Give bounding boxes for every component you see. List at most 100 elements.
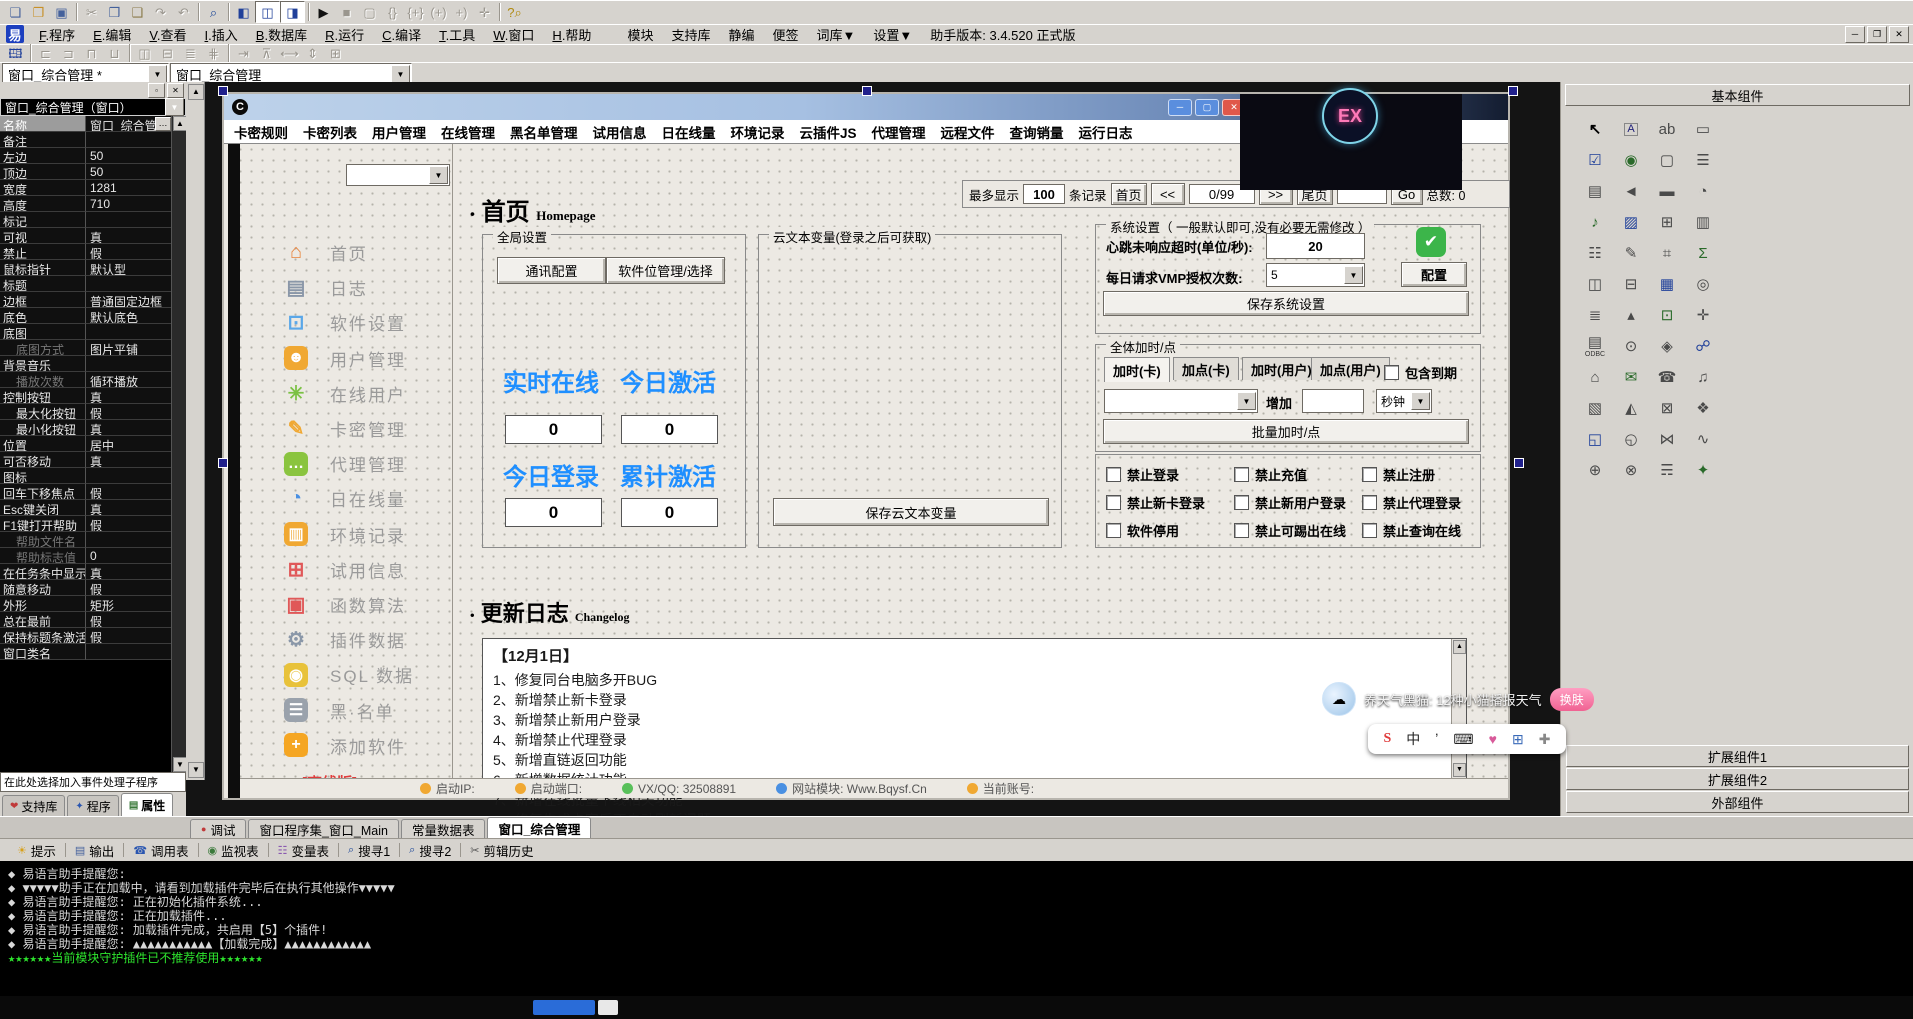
property-row[interactable]: 播放次数循环播放 (0, 372, 172, 388)
editor-tab-窗口程序集_窗口_Main[interactable]: 窗口程序集_窗口_Main (248, 819, 399, 838)
component-icon[interactable]: ∿ (1685, 424, 1721, 455)
property-row[interactable]: 底图 (0, 324, 172, 340)
form-tab-卡密规则[interactable]: 卡密规则 (234, 122, 288, 142)
menu-F[interactable]: F.程序 (30, 25, 84, 44)
property-value[interactable]: 窗口_综合管理… (86, 116, 172, 132)
property-value[interactable] (86, 276, 172, 292)
ime-icon-4[interactable]: ♥ (1489, 731, 1497, 747)
vmp-count-combo[interactable]: 5 ▼ (1266, 263, 1365, 287)
component-icon[interactable]: ≣ (1577, 300, 1613, 331)
first-page-button[interactable]: 首页 (1111, 183, 1147, 205)
property-scrollbar[interactable]: ▲ ▼ (171, 116, 186, 772)
property-value[interactable]: 假 (86, 516, 172, 532)
form-tab-日在线量[interactable]: 日在线量 (662, 122, 716, 142)
output-tab-调用表[interactable]: ☎调用表 (124, 841, 197, 860)
component-icon[interactable]: ☰ (1685, 145, 1721, 176)
menu-T[interactable]: T.工具 (430, 25, 484, 44)
ime-icon-2[interactable]: ʼ (1435, 731, 1438, 747)
property-value[interactable]: 假 (86, 404, 172, 420)
output-tab-提示[interactable]: ☀提示 (8, 841, 65, 860)
boost-amount-input[interactable] (1302, 389, 1364, 413)
boost-tab-加时(卡)[interactable]: 加时(卡) (1104, 357, 1170, 382)
sidebar-item-日在线量[interactable]: ◔日在线量 (284, 486, 406, 511)
property-value[interactable]: 真 (86, 500, 172, 516)
heartbeat-input[interactable]: 20 (1266, 233, 1365, 259)
component-icon[interactable]: ◄ (1613, 176, 1649, 207)
form-tab-卡密列表[interactable]: 卡密列表 (303, 122, 357, 142)
close-icon[interactable]: ✕ (1889, 26, 1909, 43)
component-icon[interactable]: ◭ (1613, 393, 1649, 424)
component-icon[interactable]: ⊞ (1649, 207, 1685, 238)
find-icon[interactable]: ⌕ (202, 2, 225, 22)
property-value[interactable]: 假 (86, 580, 172, 596)
form-tab-在线管理[interactable]: 在线管理 (441, 122, 495, 142)
property-row[interactable]: 可否移动真 (0, 452, 172, 468)
property-value[interactable] (86, 532, 172, 548)
property-value[interactable]: 真 (86, 420, 172, 436)
form-maximize-button[interactable]: ▢ (1195, 99, 1219, 116)
chevron-down-icon[interactable]: ▼ (429, 166, 448, 184)
property-value[interactable]: 真 (86, 228, 172, 244)
checkbox-禁止新用户登录[interactable]: 禁止新用户登录 (1234, 493, 1346, 512)
menu-extra[interactable]: 词库▼ (808, 25, 865, 44)
menu-extra[interactable]: 设置▼ (864, 25, 921, 44)
form-tab-代理管理[interactable]: 代理管理 (872, 122, 926, 142)
property-value[interactable] (86, 356, 172, 372)
property-row[interactable]: 边框普通固定边框 (0, 292, 172, 308)
boost-tab-加点(用户)[interactable]: 加点(用户) (1311, 357, 1390, 380)
component-icon[interactable]: ☷ (1577, 238, 1613, 269)
external-components-button[interactable]: 外部组件 (1566, 791, 1909, 813)
taskbar-item[interactable] (598, 1000, 618, 1015)
property-value[interactable] (86, 132, 172, 148)
component-icon[interactable]: ◔ (1685, 176, 1721, 207)
property-value[interactable]: 普通固定边框 (86, 292, 172, 308)
property-row[interactable]: 可视真 (0, 228, 172, 244)
change-skin-button[interactable]: 换肤 (1550, 688, 1594, 711)
chevron-down-icon[interactable]: ▼ (148, 65, 167, 83)
designer-vertical-scrollbar[interactable]: ▲ ▼ (186, 82, 205, 780)
property-row[interactable]: F1键打开帮助假 (0, 516, 172, 532)
property-value[interactable]: 居中 (86, 436, 172, 452)
component-icon[interactable]: ▨ (1613, 207, 1649, 238)
chevron-down-icon[interactable]: ▼ (391, 65, 410, 83)
component-icon[interactable]: ▴ (1613, 300, 1649, 331)
extended-components-1-button[interactable]: 扩展组件1 (1566, 745, 1909, 767)
help-search-icon[interactable]: ?⌕ (503, 2, 526, 22)
close-icon[interactable]: ✕ (167, 83, 184, 98)
checkbox-禁止可踢出在线[interactable]: 禁止可踢出在线 (1234, 521, 1346, 540)
component-icon[interactable]: ✉ (1613, 362, 1649, 393)
ime-icon-6[interactable]: ✚ (1539, 731, 1551, 748)
property-row[interactable]: 控制按钮真 (0, 388, 172, 404)
ime-icon-0[interactable]: S (1384, 731, 1392, 747)
form-tab-试用信息[interactable]: 试用信息 (593, 122, 647, 142)
component-icon[interactable]: ↖ (1577, 114, 1613, 145)
component-icon[interactable]: ♫ (1685, 362, 1721, 393)
property-value[interactable] (86, 644, 172, 660)
menu-V[interactable]: V.查看 (140, 25, 195, 44)
property-row[interactable]: 标题 (0, 276, 172, 292)
boost-tab-加点(卡)[interactable]: 加点(卡) (1173, 357, 1239, 380)
form-tab-查询销量[interactable]: 查询销量 (1010, 122, 1064, 142)
checkbox-box[interactable] (1234, 495, 1249, 510)
menu-I[interactable]: I.插入 (196, 25, 247, 44)
component-icon[interactable]: ▧ (1577, 393, 1613, 424)
sidebar-item-试用信息[interactable]: ⊞试用信息 (284, 557, 406, 582)
form-tab-远程文件[interactable]: 远程文件 (941, 122, 995, 142)
property-row[interactable]: 鼠标指针默认型 (0, 260, 172, 276)
property-row[interactable]: 随意移动假 (0, 580, 172, 596)
component-icon[interactable]: ⊠ (1649, 393, 1685, 424)
ime-icon-1[interactable]: 中 (1406, 729, 1420, 749)
menu-extra[interactable]: 便签 (763, 25, 807, 44)
component-icon[interactable]: ☍ (1685, 331, 1721, 362)
copy-icon[interactable]: ❒ (103, 2, 126, 22)
property-row[interactable]: 在任务条中显示真 (0, 564, 172, 580)
property-row[interactable]: 底图方式图片平铺 (0, 340, 172, 356)
save-system-settings-button[interactable]: 保存系统设置 (1103, 291, 1469, 316)
checkbox-软件停用[interactable]: 软件停用 (1106, 521, 1179, 540)
form-tab-黑名单管理[interactable]: 黑名单管理 (510, 122, 578, 142)
menu-W[interactable]: W.窗口 (484, 25, 543, 44)
chevron-down-icon[interactable]: ▼ (1411, 392, 1430, 410)
checkbox-box[interactable] (1362, 495, 1377, 510)
selection-handle[interactable] (1508, 86, 1518, 96)
component-icon[interactable]: Σ (1685, 238, 1721, 269)
